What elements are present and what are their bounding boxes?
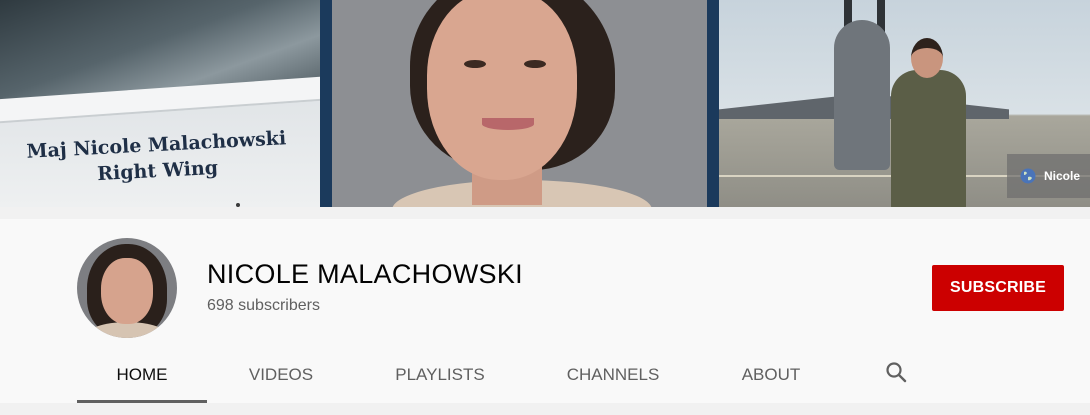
search-icon <box>886 362 907 383</box>
tab-videos[interactable]: VIDEOS <box>230 346 332 403</box>
tab-playlists[interactable]: PLAYLISTS <box>380 346 500 403</box>
subscribe-button[interactable]: SUBSCRIBE <box>932 265 1064 311</box>
channel-search-button[interactable] <box>884 360 912 388</box>
subscriber-count: 698 subscribers <box>207 297 320 314</box>
portrait-eye-left <box>464 60 486 68</box>
tab-about[interactable]: ABOUT <box>727 346 815 403</box>
channel-title: NICOLE MALACHOWSKI <box>207 259 523 289</box>
pilot-head <box>911 38 943 78</box>
channel-tabs: HOME VIDEOS PLAYLISTS CHANNELS ABOUT <box>0 346 1090 403</box>
banner-jet-decal-photo: Maj Nicole Malachowski Right Wing <box>0 0 320 207</box>
jet-decal: Maj Nicole Malachowski Right Wing <box>11 124 303 191</box>
channel-banner: Maj Nicole Malachowski Right Wing <box>0 0 1090 207</box>
avatar-face <box>101 258 153 324</box>
tab-home[interactable]: HOME <box>77 346 207 403</box>
portrait-smile <box>482 118 534 130</box>
portrait-face <box>427 0 577 180</box>
globe-icon <box>1020 168 1036 184</box>
tab-channels[interactable]: CHANNELS <box>552 346 674 403</box>
banner-link-text: Nicole <box>1044 169 1081 183</box>
channel-header: NICOLE MALACHOWSKI 698 subscribers SUBSC… <box>0 219 1090 403</box>
banner-website-link[interactable]: Nicole <box>1007 154 1090 198</box>
pilot-flight-suit <box>891 70 966 207</box>
banner-portrait-photo <box>332 0 707 207</box>
rivet <box>236 203 240 207</box>
avatar[interactable] <box>77 238 177 338</box>
portrait-eye-right <box>524 60 546 68</box>
jet-fuselage <box>834 20 890 170</box>
